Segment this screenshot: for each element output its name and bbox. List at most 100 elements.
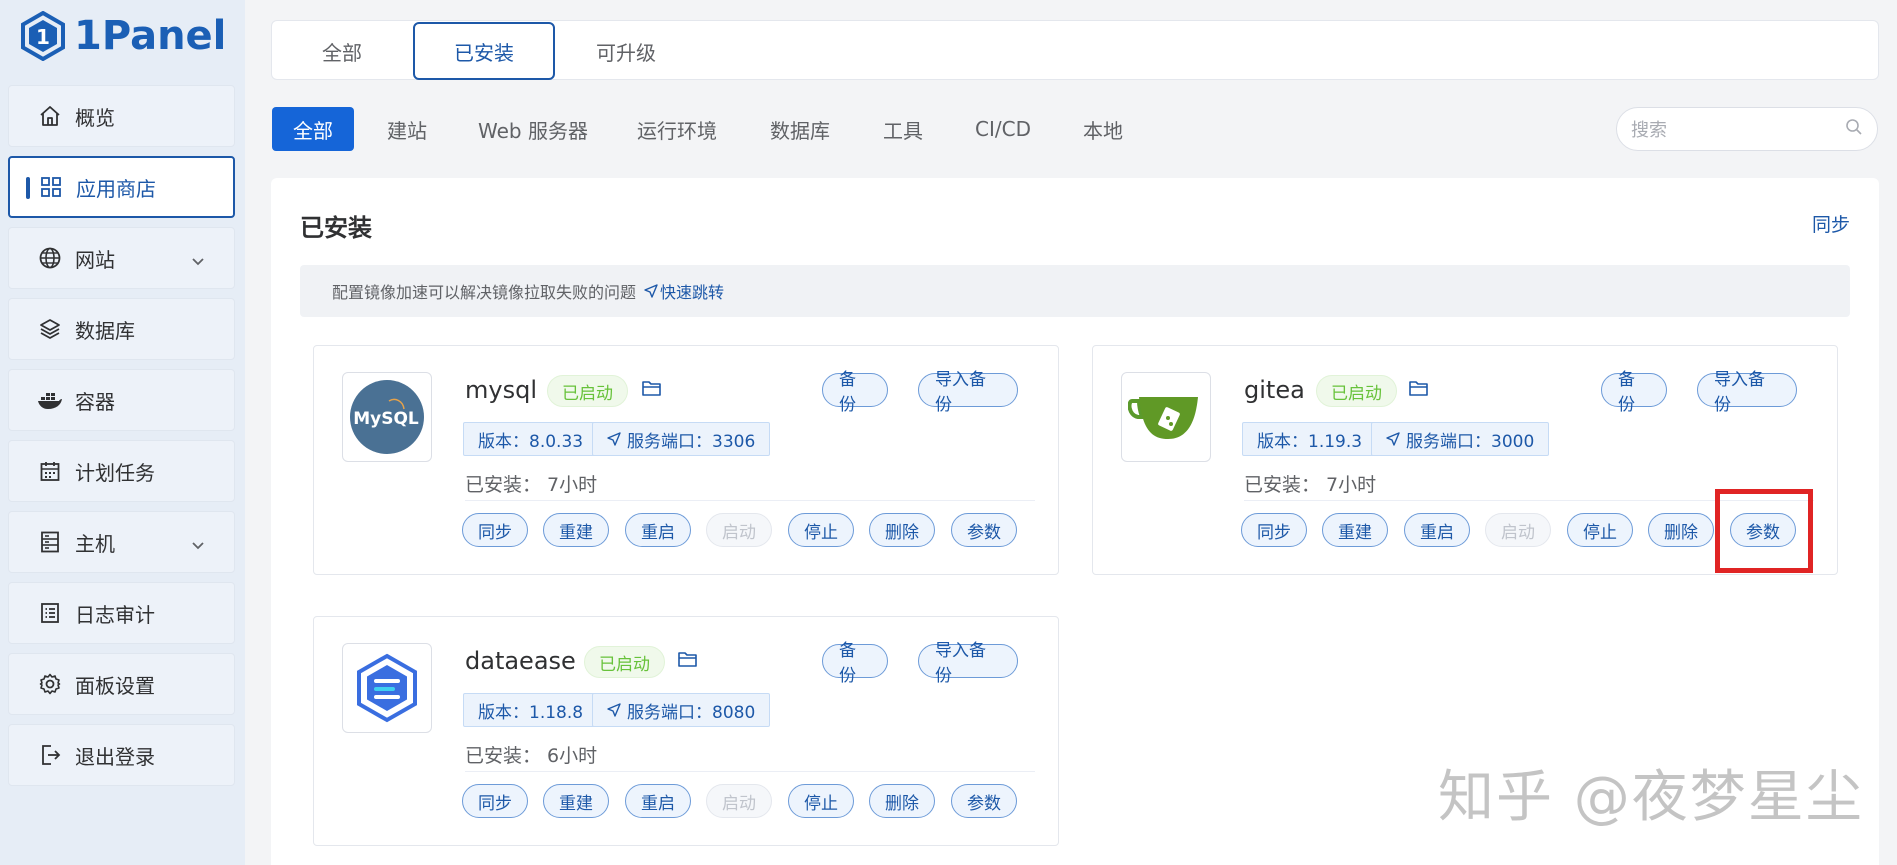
- sidebar-item-database[interactable]: 数据库: [8, 298, 235, 360]
- tab-installed[interactable]: 已安装: [413, 22, 555, 80]
- sidebar-item-container[interactable]: 容器: [8, 369, 235, 431]
- version-text: 版本：1.19.3: [1257, 431, 1363, 452]
- sidebar: 1 1Panel 概览 应用商店 网站 数据库 容器 计划任务 主机 日志审计 …: [0, 0, 245, 865]
- sidebar-item-app-store[interactable]: 应用商店: [8, 156, 235, 218]
- app-card-dataease: dataease 已启动 备份 导入备份 版本：1.18.8 服务端口：8080…: [313, 616, 1059, 846]
- rebuild-button[interactable]: 重建: [1322, 513, 1388, 547]
- backup-button[interactable]: 备份: [1601, 370, 1667, 415]
- mysql-logo-icon: MySQL: [350, 380, 424, 454]
- installed-time: 已安装： 7小时: [465, 474, 598, 496]
- delete-button[interactable]: 删除: [869, 784, 935, 818]
- port-tag: 服务端口：8080: [592, 693, 771, 727]
- search-placeholder: 搜索: [1631, 120, 1667, 141]
- start-button[interactable]: 启动: [706, 513, 772, 547]
- brand-logo[interactable]: 1 1Panel: [20, 8, 226, 64]
- rebuild-button[interactable]: 重建: [543, 513, 609, 547]
- home-icon: [37, 103, 63, 129]
- import-backup-button[interactable]: 导入备份: [918, 641, 1018, 686]
- gitea-logo-icon: [1128, 397, 1198, 439]
- status-badge: 已启动: [584, 646, 665, 678]
- sidebar-item-label: 退出登录: [75, 744, 155, 769]
- category-database[interactable]: 数据库: [758, 107, 842, 151]
- category-cicd[interactable]: CI/CD: [964, 107, 1042, 151]
- import-backup-button[interactable]: 导入备份: [1697, 370, 1797, 415]
- port-tag: 服务端口：3306: [592, 422, 771, 456]
- sidebar-item-log-audit[interactable]: 日志审计: [8, 582, 235, 644]
- sidebar-item-label: 日志审计: [75, 602, 155, 627]
- sidebar-item-label: 面板设置: [75, 673, 155, 698]
- tab-upgradable[interactable]: 可升级: [556, 23, 696, 79]
- installed-time: 已安装： 6小时: [465, 745, 598, 767]
- category-web-server[interactable]: Web 服务器: [470, 107, 596, 151]
- rebuild-button[interactable]: 重建: [543, 784, 609, 818]
- sidebar-item-panel-settings[interactable]: 面板设置: [8, 653, 235, 715]
- restart-button[interactable]: 重启: [1404, 513, 1470, 547]
- sidebar-item-overview[interactable]: 概览: [8, 85, 235, 147]
- restart-button[interactable]: 重启: [625, 513, 691, 547]
- folder-icon[interactable]: [678, 650, 700, 672]
- apps-grid-icon: [38, 174, 64, 200]
- folder-icon[interactable]: [1409, 379, 1431, 401]
- top-tab-bar: 全部 已安装 可升级: [271, 20, 1879, 80]
- quick-jump-link[interactable]: 快速跳转: [644, 279, 724, 303]
- version-tag: 版本：1.18.8: [463, 693, 599, 727]
- category-website[interactable]: 建站: [372, 107, 442, 151]
- dataease-logo: [342, 643, 432, 733]
- stop-button[interactable]: 停止: [1567, 513, 1633, 547]
- version-text: 版本：1.18.8: [478, 702, 584, 723]
- category-tools[interactable]: 工具: [870, 107, 936, 151]
- port-text: 服务端口：8080: [627, 702, 756, 723]
- notice-text: 配置镜像加速可以解决镜像拉取失败的问题: [332, 283, 637, 302]
- sidebar-item-host[interactable]: 主机: [8, 511, 235, 573]
- highlight-annotation-box: [1715, 489, 1813, 573]
- category-all[interactable]: 全部: [272, 107, 354, 151]
- search-input[interactable]: 搜索: [1616, 107, 1878, 151]
- sidebar-item-logout[interactable]: 退出登录: [8, 724, 235, 786]
- version-tag: 版本：8.0.33: [463, 422, 599, 456]
- category-local[interactable]: 本地: [1070, 107, 1136, 151]
- tab-all[interactable]: 全部: [272, 23, 412, 79]
- folder-icon[interactable]: [642, 379, 664, 401]
- sidebar-item-website[interactable]: 网站: [8, 227, 235, 289]
- send-icon: [644, 284, 658, 298]
- send-icon: [607, 432, 621, 446]
- delete-button[interactable]: 删除: [1648, 513, 1714, 547]
- calendar-icon: [37, 458, 63, 484]
- sync-link[interactable]: 同步: [1812, 210, 1850, 237]
- app-name: mysql: [465, 376, 537, 404]
- start-button[interactable]: 启动: [1485, 513, 1551, 547]
- sync-button[interactable]: 同步: [1241, 513, 1307, 547]
- delete-button[interactable]: 删除: [869, 513, 935, 547]
- log-icon: [37, 600, 63, 626]
- sync-button[interactable]: 同步: [462, 513, 528, 547]
- search-icon: [1845, 118, 1863, 141]
- version-text: 版本：8.0.33: [478, 431, 584, 452]
- backup-button[interactable]: 备份: [822, 641, 888, 686]
- mirror-notice: 配置镜像加速可以解决镜像拉取失败的问题 快速跳转: [300, 265, 1850, 317]
- params-button[interactable]: 参数: [951, 784, 1017, 818]
- category-runtime[interactable]: 运行环境: [624, 107, 730, 151]
- sidebar-item-cron[interactable]: 计划任务: [8, 440, 235, 502]
- version-tag: 版本：1.19.3: [1242, 422, 1378, 456]
- restart-button[interactable]: 重启: [625, 784, 691, 818]
- gitea-logo: [1121, 372, 1211, 462]
- sidebar-item-label: 概览: [75, 105, 115, 130]
- backup-button[interactable]: 备份: [822, 370, 888, 415]
- sync-button[interactable]: 同步: [462, 784, 528, 818]
- gear-icon: [37, 671, 63, 697]
- globe-icon: [37, 245, 63, 271]
- panel-title: 已安装: [300, 214, 372, 242]
- sidebar-item-label: 主机: [75, 531, 115, 556]
- stop-button[interactable]: 停止: [788, 513, 854, 547]
- params-button[interactable]: 参数: [951, 513, 1017, 547]
- brand-name: 1Panel: [74, 13, 227, 59]
- svg-text:1: 1: [36, 25, 50, 49]
- stop-button[interactable]: 停止: [788, 784, 854, 818]
- docker-icon: [37, 387, 63, 413]
- send-icon: [607, 703, 621, 717]
- port-text: 服务端口：3000: [1406, 431, 1535, 452]
- import-backup-button[interactable]: 导入备份: [918, 370, 1018, 415]
- port-tag: 服务端口：3000: [1371, 422, 1550, 456]
- start-button[interactable]: 启动: [706, 784, 772, 818]
- app-name: gitea: [1244, 376, 1305, 404]
